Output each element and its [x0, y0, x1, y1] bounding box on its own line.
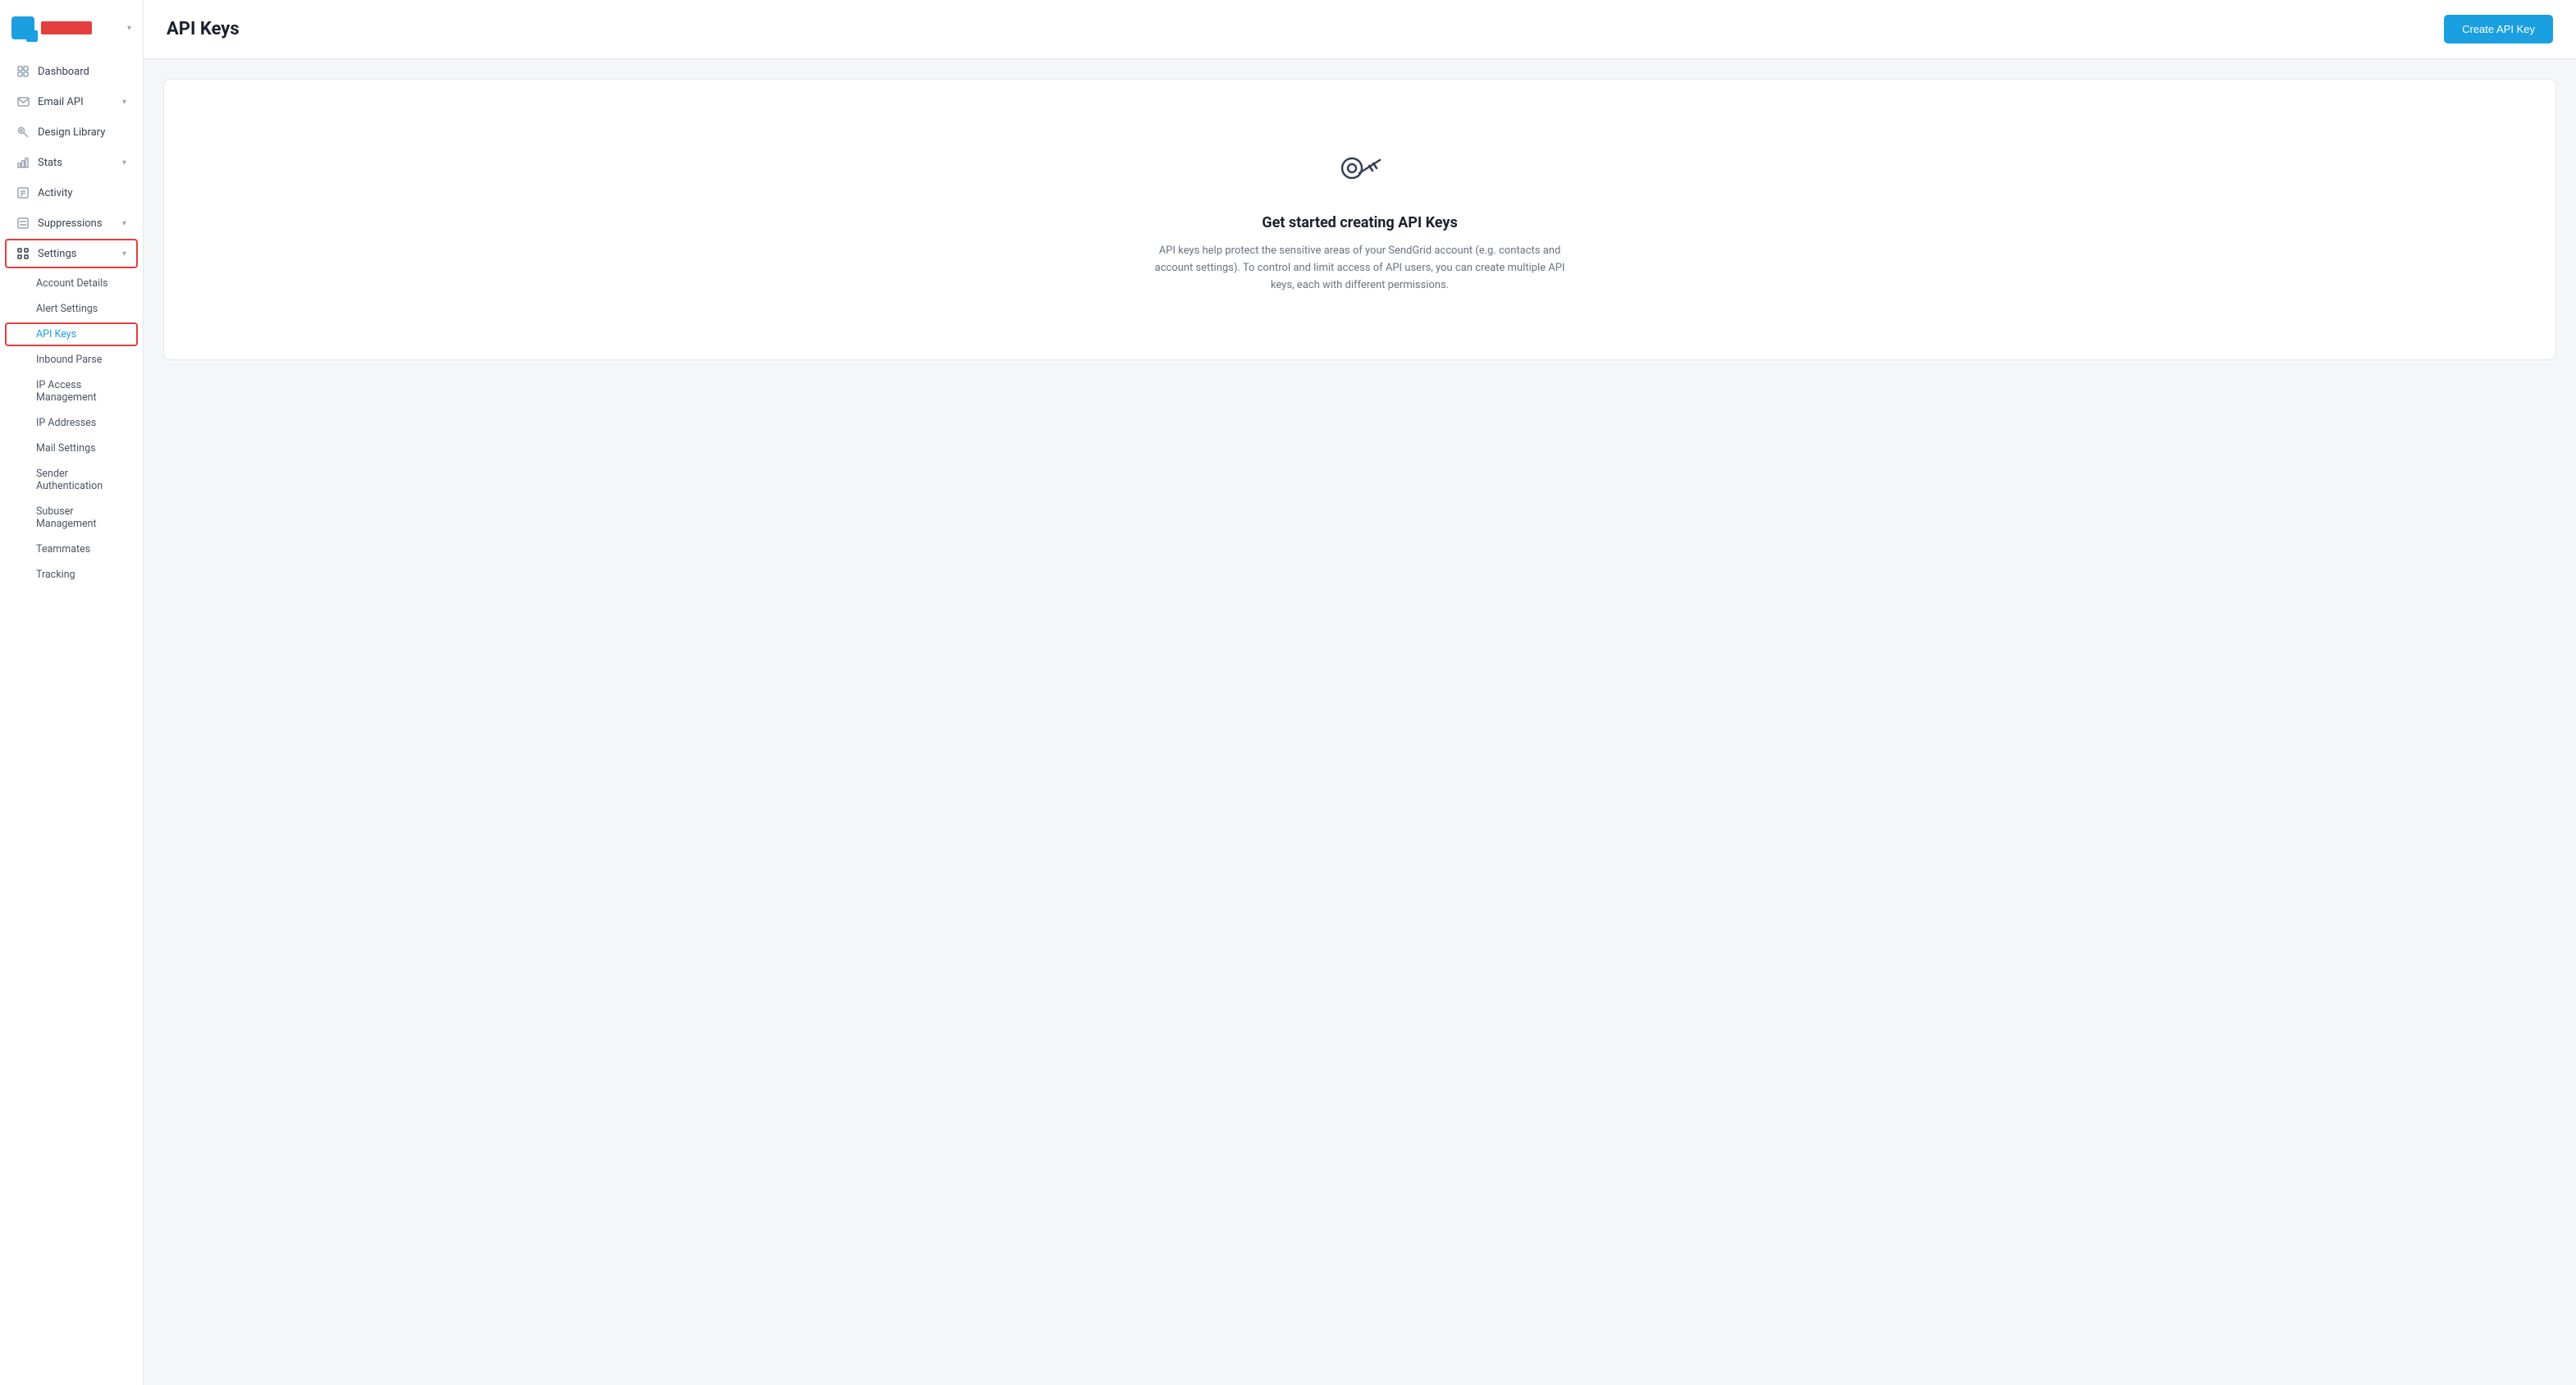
sub-nav-inbound-parse[interactable]: Inbound Parse	[5, 348, 138, 372]
create-api-key-button[interactable]: Create API Key	[2444, 15, 2553, 43]
sidebar-item-label: Email API	[38, 96, 84, 108]
sidebar-item-email-api[interactable]: Email API ▾	[5, 87, 138, 117]
empty-state-title: Get started creating API Keys	[1262, 214, 1457, 231]
email-api-icon	[16, 95, 30, 108]
sub-nav-ip-access-management[interactable]: IP Access Management	[5, 373, 138, 409]
dashboard-icon	[16, 65, 30, 78]
key-icon	[1334, 145, 1386, 198]
brand-name	[41, 21, 92, 34]
sub-nav-account-details[interactable]: Account Details	[5, 272, 138, 295]
sidebar-item-design-library[interactable]: Design Library	[5, 117, 138, 147]
sub-nav-sender-authentication[interactable]: Sender Authentication	[5, 462, 138, 498]
chevron-down-icon: ▾	[122, 158, 126, 167]
sidebar-item-suppressions[interactable]: Suppressions ▾	[5, 208, 138, 238]
chevron-down-icon: ▾	[122, 98, 126, 107]
sidebar: ▾ Dashboard Email API	[0, 0, 144, 1385]
content-area: Get started creating API Keys API keys h…	[144, 59, 2576, 1385]
page-title: API Keys	[167, 19, 240, 39]
sidebar-item-label: Activity	[38, 187, 73, 199]
design-library-icon	[16, 126, 30, 139]
stats-icon	[16, 156, 30, 169]
sidebar-item-label: Suppressions	[38, 217, 103, 230]
sub-nav-tracking[interactable]: Tracking	[5, 563, 138, 587]
empty-state-card: Get started creating API Keys API keys h…	[163, 79, 2556, 360]
sidebar-item-settings[interactable]: Settings ▾	[5, 239, 138, 268]
sidebar-item-stats[interactable]: Stats ▾	[5, 148, 138, 177]
empty-state-description: API keys help protect the sensitive area…	[1147, 243, 1573, 294]
main-content: API Keys Create API Key Get started crea…	[144, 0, 2576, 1385]
chevron-down-icon: ▾	[122, 249, 126, 258]
sidebar-item-label: Dashboard	[38, 66, 89, 78]
sub-nav-subuser-management[interactable]: Subuser Management	[5, 500, 138, 536]
sub-nav-alert-settings[interactable]: Alert Settings	[5, 297, 138, 321]
topbar: API Keys Create API Key	[144, 0, 2576, 59]
sidebar-item-dashboard[interactable]: Dashboard	[5, 57, 138, 86]
logo-chevron: ▾	[127, 24, 131, 33]
settings-sub-nav: Account Details Alert Settings API Keys …	[0, 269, 143, 589]
suppressions-icon	[16, 217, 30, 230]
sub-nav-api-keys[interactable]: API Keys	[5, 322, 138, 346]
sidebar-item-label: Stats	[38, 157, 62, 169]
sub-nav-mail-settings[interactable]: Mail Settings	[5, 437, 138, 460]
logo-icon	[11, 16, 34, 39]
sidebar-logo[interactable]: ▾	[0, 8, 143, 56]
sub-nav-teammates[interactable]: Teammates	[5, 537, 138, 561]
main-nav: Dashboard Email API ▾ Design Li	[0, 56, 143, 589]
sidebar-item-activity[interactable]: Activity	[5, 178, 138, 208]
activity-icon	[16, 186, 30, 199]
chevron-down-icon: ▾	[122, 219, 126, 228]
settings-icon	[16, 247, 30, 260]
sub-nav-ip-addresses[interactable]: IP Addresses	[5, 411, 138, 435]
sidebar-item-label: Settings	[38, 248, 76, 260]
sidebar-item-label: Design Library	[38, 126, 105, 139]
